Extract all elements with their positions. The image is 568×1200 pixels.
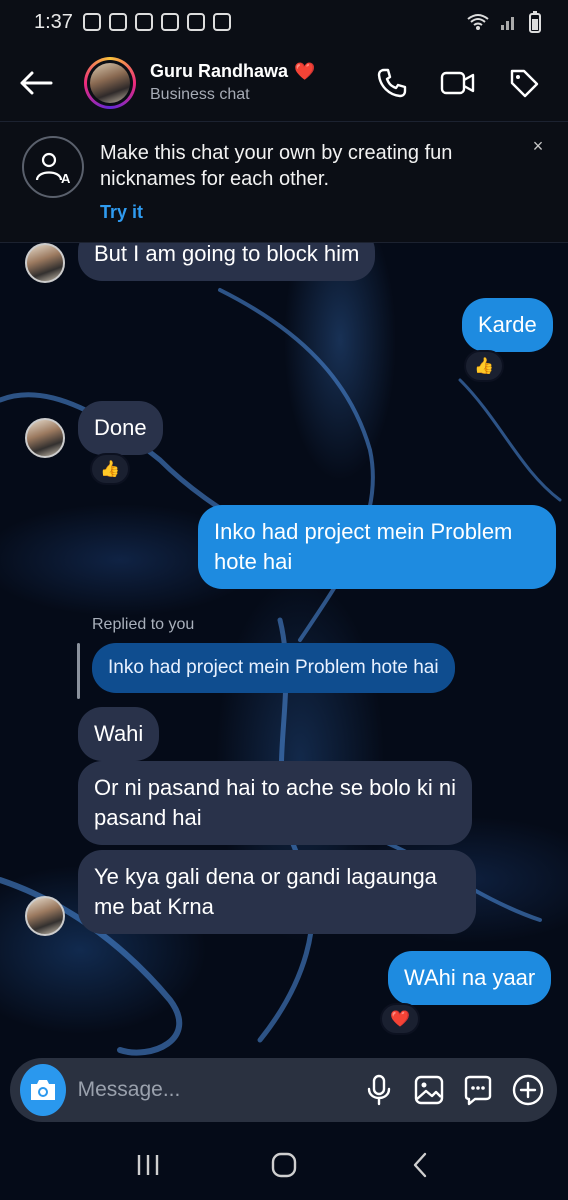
contact-name: Guru Randhawa ❤️: [150, 61, 315, 82]
home-icon: [271, 1152, 297, 1178]
system-nav-bar: [0, 1130, 568, 1200]
outgoing-message[interactable]: Karde: [462, 298, 553, 352]
reply-label: Replied to you: [92, 616, 195, 633]
incoming-message[interactable]: Wahi: [78, 707, 160, 761]
system-back-button[interactable]: [395, 1140, 445, 1190]
label-button[interactable]: [502, 61, 546, 105]
video-call-button[interactable]: [436, 61, 480, 105]
sticker-icon: [464, 1075, 492, 1106]
thumbs-up-reaction[interactable]: 👍: [90, 453, 130, 485]
status-bar: 1:37: [0, 0, 568, 44]
svg-text:A: A: [61, 171, 71, 184]
plus-icon: [512, 1074, 543, 1106]
home-button[interactable]: [259, 1140, 309, 1190]
try-it-link[interactable]: Try it: [100, 202, 143, 223]
sender-avatar: [25, 243, 65, 283]
recent-apps-icon: [137, 1155, 159, 1175]
incoming-message[interactable]: But I am going to block him: [78, 243, 376, 281]
sender-avatar: [25, 896, 65, 936]
camera-button[interactable]: [20, 1064, 66, 1116]
video-camera-icon: [440, 71, 475, 94]
gallery-button[interactable]: [409, 1068, 448, 1112]
incoming-message[interactable]: Or ni pasand hai to ache se bolo ki ni p…: [78, 761, 472, 845]
message-composer: [10, 1058, 557, 1122]
status-time: 1:37: [34, 10, 73, 33]
back-button[interactable]: [0, 44, 72, 122]
instagram-icon: [108, 13, 127, 31]
header-actions: [370, 61, 568, 105]
close-banner-button[interactable]: ×: [526, 136, 550, 160]
snapchat-icon: [82, 13, 101, 31]
heart-reaction[interactable]: ❤️: [380, 1003, 420, 1035]
tag-icon: [510, 69, 539, 97]
outgoing-message[interactable]: WAhi na yaar: [388, 951, 552, 1005]
chat-header: Guru Randhawa ❤️ Business chat: [0, 44, 568, 122]
banner-message: Make this chat your own by creating fun …: [100, 142, 453, 190]
message-input[interactable]: [77, 1078, 349, 1102]
chat-subtitle: Business chat: [150, 86, 250, 103]
sticker-button[interactable]: [459, 1068, 498, 1112]
contact-avatar[interactable]: [84, 56, 136, 109]
camera-icon: [30, 1080, 55, 1100]
chevron-left-icon: [413, 1152, 427, 1178]
battery-icon: [529, 11, 541, 33]
voice-call-button[interactable]: [370, 61, 414, 105]
thumbs-up-reaction[interactable]: 👍: [464, 350, 504, 382]
nickname-banner: A Make this chat your own by creating fu…: [0, 122, 568, 243]
contact-title[interactable]: Guru Randhawa ❤️ Business chat: [150, 61, 315, 104]
folder-icon: [160, 13, 179, 31]
instagram-icon-2: [134, 13, 153, 31]
back-arrow-icon: [20, 71, 53, 94]
recent-apps-button[interactable]: [123, 1140, 173, 1190]
reply-indicator-bar: [77, 643, 80, 699]
contact-name-text: Guru Randhawa: [150, 61, 289, 81]
more-options-button[interactable]: [508, 1068, 547, 1112]
signal-icon: [501, 17, 514, 30]
incoming-message[interactable]: Ye kya gali dena or gandi lagaunga me ba…: [78, 850, 476, 934]
microphone-icon: [367, 1074, 391, 1106]
sender-avatar: [25, 418, 65, 458]
nickname-icon: A: [22, 136, 84, 198]
heart-icon: ❤️: [294, 61, 316, 81]
voice-message-button[interactable]: [360, 1068, 399, 1112]
app-notification-icon: [186, 13, 205, 31]
image-icon: [212, 13, 231, 31]
outgoing-message[interactable]: Inko had project mein Problem hote hai: [198, 505, 556, 589]
phone-icon: [377, 68, 407, 97]
notification-icons: [82, 13, 231, 31]
wifi-icon: [467, 14, 489, 30]
message-list: But I am going to block him Karde 👍 Done…: [0, 243, 568, 1050]
incoming-message[interactable]: Done: [78, 401, 163, 455]
quoted-message[interactable]: Inko had project mein Problem hote hai: [92, 643, 455, 693]
gallery-icon: [414, 1075, 443, 1105]
